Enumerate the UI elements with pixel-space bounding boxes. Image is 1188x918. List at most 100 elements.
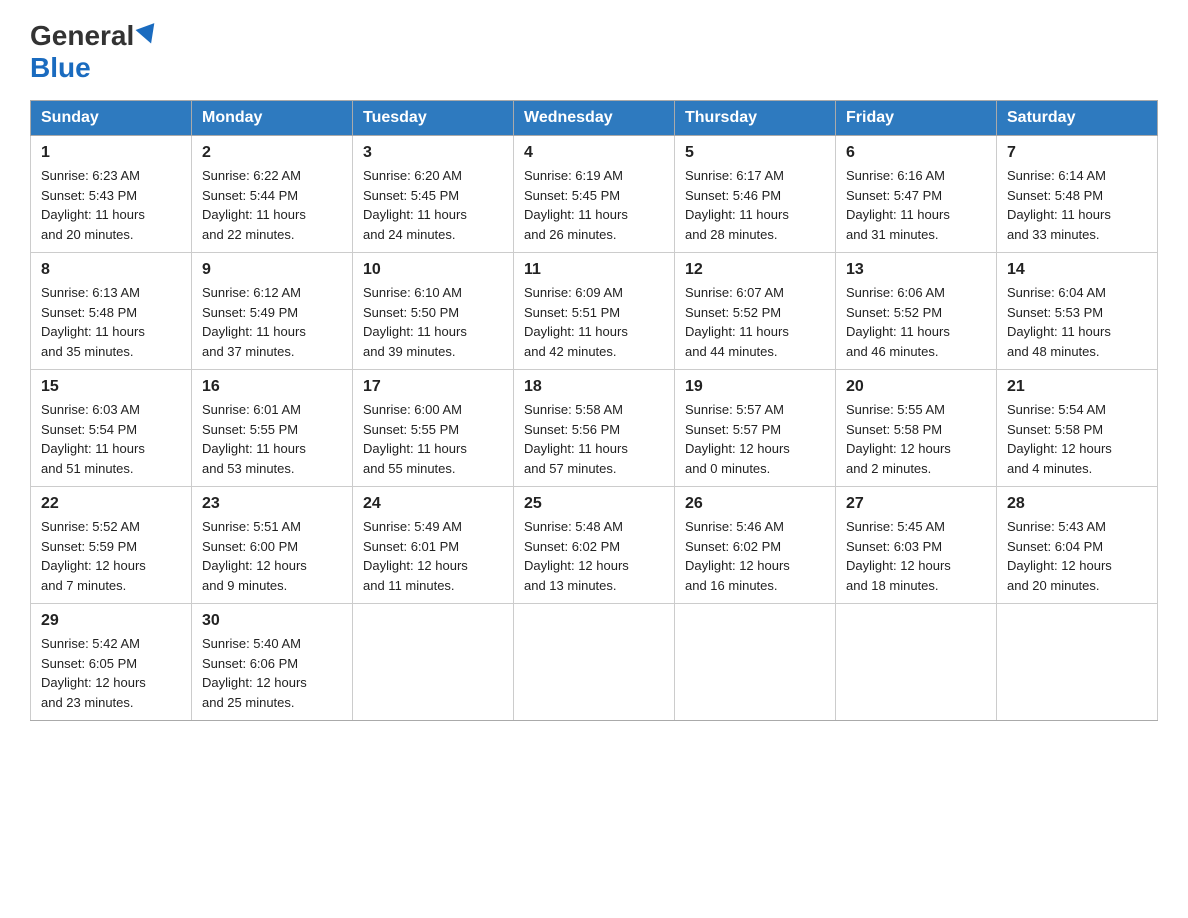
day-number: 2 <box>202 144 342 162</box>
calendar-cell: 27 Sunrise: 5:45 AMSunset: 6:03 PMDayligh… <box>836 487 997 604</box>
calendar-cell: 23 Sunrise: 5:51 AMSunset: 6:00 PMDayligh… <box>192 487 353 604</box>
calendar-cell: 18 Sunrise: 5:58 AMSunset: 5:56 PMDayligh… <box>514 370 675 487</box>
calendar-table: SundayMondayTuesdayWednesdayThursdayFrid… <box>30 100 1158 721</box>
weekday-header-tuesday: Tuesday <box>353 101 514 136</box>
day-info: Sunrise: 6:03 AMSunset: 5:54 PMDaylight:… <box>41 400 181 478</box>
day-info: Sunrise: 6:23 AMSunset: 5:43 PMDaylight:… <box>41 166 181 244</box>
day-number: 18 <box>524 378 664 396</box>
day-number: 23 <box>202 495 342 513</box>
day-number: 24 <box>363 495 503 513</box>
day-number: 22 <box>41 495 181 513</box>
logo-triangle-icon <box>136 23 161 47</box>
day-info: Sunrise: 6:00 AMSunset: 5:55 PMDaylight:… <box>363 400 503 478</box>
calendar-cell: 1Sunrise: 6:23 AMSunset: 5:43 PMDaylight… <box>31 136 192 253</box>
day-info: Sunrise: 5:57 AMSunset: 5:57 PMDaylight:… <box>685 400 825 478</box>
calendar-cell: 3 Sunrise: 6:20 AMSunset: 5:45 PMDaylight… <box>353 136 514 253</box>
calendar-cell: 2 Sunrise: 6:22 AMSunset: 5:44 PMDaylight… <box>192 136 353 253</box>
calendar-cell <box>836 604 997 721</box>
day-info: Sunrise: 6:13 AMSunset: 5:48 PMDaylight:… <box>41 283 181 361</box>
day-number: 14 <box>1007 261 1147 279</box>
day-number: 29 <box>41 612 181 630</box>
day-number: 19 <box>685 378 825 396</box>
day-info: Sunrise: 6:22 AMSunset: 5:44 PMDaylight:… <box>202 166 342 244</box>
weekday-header-saturday: Saturday <box>997 101 1158 136</box>
calendar-row-2: 8 Sunrise: 6:13 AMSunset: 5:48 PMDaylight… <box>31 253 1158 370</box>
day-info: Sunrise: 6:20 AMSunset: 5:45 PMDaylight:… <box>363 166 503 244</box>
day-number: 20 <box>846 378 986 396</box>
day-info: Sunrise: 6:06 AMSunset: 5:52 PMDaylight:… <box>846 283 986 361</box>
calendar-cell: 13 Sunrise: 6:06 AMSunset: 5:52 PMDayligh… <box>836 253 997 370</box>
day-number: 26 <box>685 495 825 513</box>
day-number: 13 <box>846 261 986 279</box>
day-number: 15 <box>41 378 181 396</box>
logo-line2: Blue <box>30 52 91 84</box>
calendar-cell: 29 Sunrise: 5:42 AMSunset: 6:05 PMDayligh… <box>31 604 192 721</box>
day-number: 16 <box>202 378 342 396</box>
day-info: Sunrise: 6:04 AMSunset: 5:53 PMDaylight:… <box>1007 283 1147 361</box>
calendar-cell: 20 Sunrise: 5:55 AMSunset: 5:58 PMDayligh… <box>836 370 997 487</box>
calendar-cell: 16 Sunrise: 6:01 AMSunset: 5:55 PMDayligh… <box>192 370 353 487</box>
header: General Blue <box>30 20 1158 84</box>
day-number: 30 <box>202 612 342 630</box>
day-number: 8 <box>41 261 181 279</box>
weekday-header-row: SundayMondayTuesdayWednesdayThursdayFrid… <box>31 101 1158 136</box>
day-info: Sunrise: 6:07 AMSunset: 5:52 PMDaylight:… <box>685 283 825 361</box>
calendar-cell: 19 Sunrise: 5:57 AMSunset: 5:57 PMDayligh… <box>675 370 836 487</box>
logo-general-text: General <box>30 20 134 52</box>
weekday-header-wednesday: Wednesday <box>514 101 675 136</box>
day-info: Sunrise: 5:54 AMSunset: 5:58 PMDaylight:… <box>1007 400 1147 478</box>
calendar-row-1: 1Sunrise: 6:23 AMSunset: 5:43 PMDaylight… <box>31 136 1158 253</box>
weekday-header-friday: Friday <box>836 101 997 136</box>
weekday-header-monday: Monday <box>192 101 353 136</box>
calendar-cell: 25Sunrise: 5:48 AMSunset: 6:02 PMDayligh… <box>514 487 675 604</box>
calendar-cell: 9Sunrise: 6:12 AMSunset: 5:49 PMDaylight… <box>192 253 353 370</box>
calendar-cell: 11Sunrise: 6:09 AMSunset: 5:51 PMDayligh… <box>514 253 675 370</box>
calendar-cell <box>997 604 1158 721</box>
day-number: 5 <box>685 144 825 162</box>
calendar-row-5: 29 Sunrise: 5:42 AMSunset: 6:05 PMDayligh… <box>31 604 1158 721</box>
calendar-cell: 10 Sunrise: 6:10 AMSunset: 5:50 PMDayligh… <box>353 253 514 370</box>
day-info: Sunrise: 5:52 AMSunset: 5:59 PMDaylight:… <box>41 517 181 595</box>
day-info: Sunrise: 5:51 AMSunset: 6:00 PMDaylight:… <box>202 517 342 595</box>
calendar-cell: 22 Sunrise: 5:52 AMSunset: 5:59 PMDayligh… <box>31 487 192 604</box>
calendar-cell <box>514 604 675 721</box>
day-number: 6 <box>846 144 986 162</box>
calendar-cell: 17 Sunrise: 6:00 AMSunset: 5:55 PMDayligh… <box>353 370 514 487</box>
day-number: 10 <box>363 261 503 279</box>
day-number: 28 <box>1007 495 1147 513</box>
calendar-cell: 5 Sunrise: 6:17 AMSunset: 5:46 PMDaylight… <box>675 136 836 253</box>
calendar-cell: 15 Sunrise: 6:03 AMSunset: 5:54 PMDayligh… <box>31 370 192 487</box>
day-info: Sunrise: 5:58 AMSunset: 5:56 PMDaylight:… <box>524 400 664 478</box>
day-number: 12 <box>685 261 825 279</box>
day-number: 17 <box>363 378 503 396</box>
day-number: 21 <box>1007 378 1147 396</box>
weekday-header-sunday: Sunday <box>31 101 192 136</box>
weekday-header-thursday: Thursday <box>675 101 836 136</box>
calendar-cell: 6Sunrise: 6:16 AMSunset: 5:47 PMDaylight… <box>836 136 997 253</box>
day-number: 27 <box>846 495 986 513</box>
calendar-cell <box>353 604 514 721</box>
day-info: Sunrise: 6:10 AMSunset: 5:50 PMDaylight:… <box>363 283 503 361</box>
day-info: Sunrise: 5:45 AMSunset: 6:03 PMDaylight:… <box>846 517 986 595</box>
day-info: Sunrise: 6:19 AMSunset: 5:45 PMDaylight:… <box>524 166 664 244</box>
calendar-cell <box>675 604 836 721</box>
day-info: Sunrise: 5:49 AMSunset: 6:01 PMDaylight:… <box>363 517 503 595</box>
calendar-cell: 30 Sunrise: 5:40 AMSunset: 6:06 PMDayligh… <box>192 604 353 721</box>
day-info: Sunrise: 5:40 AMSunset: 6:06 PMDaylight:… <box>202 634 342 712</box>
calendar-cell: 4Sunrise: 6:19 AMSunset: 5:45 PMDaylight… <box>514 136 675 253</box>
day-info: Sunrise: 5:42 AMSunset: 6:05 PMDaylight:… <box>41 634 181 712</box>
day-info: Sunrise: 5:46 AMSunset: 6:02 PMDaylight:… <box>685 517 825 595</box>
calendar-cell: 26 Sunrise: 5:46 AMSunset: 6:02 PMDayligh… <box>675 487 836 604</box>
day-info: Sunrise: 5:48 AMSunset: 6:02 PMDaylight:… <box>524 517 664 595</box>
calendar-cell: 8 Sunrise: 6:13 AMSunset: 5:48 PMDaylight… <box>31 253 192 370</box>
calendar-cell: 28Sunrise: 5:43 AMSunset: 6:04 PMDayligh… <box>997 487 1158 604</box>
logo-area: General Blue <box>30 20 158 84</box>
logo-blue-text: Blue <box>30 52 91 83</box>
day-number: 3 <box>363 144 503 162</box>
day-number: 9 <box>202 261 342 279</box>
day-info: Sunrise: 6:01 AMSunset: 5:55 PMDaylight:… <box>202 400 342 478</box>
day-info: Sunrise: 6:14 AMSunset: 5:48 PMDaylight:… <box>1007 166 1147 244</box>
calendar-cell: 24 Sunrise: 5:49 AMSunset: 6:01 PMDayligh… <box>353 487 514 604</box>
day-info: Sunrise: 5:55 AMSunset: 5:58 PMDaylight:… <box>846 400 986 478</box>
day-info: Sunrise: 6:17 AMSunset: 5:46 PMDaylight:… <box>685 166 825 244</box>
